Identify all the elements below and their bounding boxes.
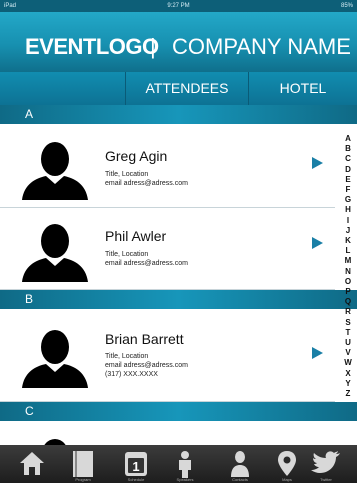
- tab-program[interactable]: Program: [61, 445, 105, 483]
- disclosure-arrow-icon[interactable]: [312, 347, 323, 359]
- tab-speakers[interactable]: Speakers: [163, 445, 207, 483]
- tab-program-label: Program: [75, 477, 91, 482]
- tab-attendees[interactable]: ATTENDEES: [125, 72, 248, 105]
- alpha-index-letter[interactable]: P: [345, 287, 350, 297]
- event-logo: EVENTLOGO: [25, 34, 159, 59]
- tab-schedule-label: Schedule: [127, 477, 145, 482]
- attendee-name: Brian Barrett: [105, 331, 184, 347]
- list-item[interactable]: Brian Barrett Title, Location email adre…: [0, 309, 335, 402]
- battery-level: 85%: [340, 3, 353, 9]
- attendee-title: Title, Location: [105, 171, 149, 178]
- person-silhouette-icon: [22, 142, 88, 200]
- alpha-index-letter[interactable]: X: [345, 369, 350, 379]
- attendee-name: Greg Agin: [105, 148, 168, 164]
- tab-maps-label: Maps: [282, 477, 292, 482]
- disclosure-arrow-icon[interactable]: [312, 237, 323, 249]
- alpha-index-letter[interactable]: H: [345, 205, 351, 215]
- alpha-index-letter[interactable]: B: [345, 144, 351, 154]
- speaker-icon: [179, 451, 191, 478]
- tab-twitter[interactable]: Twitter: [304, 445, 348, 483]
- book-icon: [73, 451, 93, 477]
- section-header-c: C: [0, 402, 357, 421]
- status-time: 9:27 PM: [167, 3, 190, 9]
- person-silhouette-icon: [22, 224, 88, 282]
- tab-home[interactable]: [10, 445, 54, 483]
- alpha-index-letter[interactable]: O: [345, 277, 351, 287]
- alpha-index-letter[interactable]: D: [345, 165, 351, 175]
- alpha-index-letter[interactable]: W: [344, 358, 352, 368]
- company-name: COMPANY NAME: [172, 34, 351, 59]
- tab-hotel[interactable]: HOTEL: [248, 72, 357, 105]
- alpha-index-letter[interactable]: Q: [345, 297, 351, 307]
- attendee-email: email adress@adress.com: [105, 260, 188, 267]
- attendee-name: Phil Awler: [105, 228, 167, 244]
- status-bar: iPad 9:27 PM 85%: [0, 0, 357, 12]
- alpha-index-letter[interactable]: A: [345, 134, 351, 144]
- section-header-a: A: [0, 105, 357, 124]
- alpha-index-letter[interactable]: I: [347, 216, 349, 226]
- person-icon: [231, 451, 249, 477]
- header-divider: |: [150, 34, 156, 59]
- alpha-index-letter[interactable]: Z: [346, 389, 351, 399]
- alpha-index-letter[interactable]: E: [345, 175, 350, 185]
- alpha-index-letter[interactable]: T: [346, 328, 351, 338]
- bottom-tab-bar: Program 1 Schedule Speakers Contacts Map…: [0, 445, 357, 483]
- home-icon: [20, 452, 44, 475]
- segment-tabs: ATTENDEES HOTEL: [0, 72, 357, 105]
- map-pin-icon: [278, 451, 296, 476]
- attendee-title: Title, Location: [105, 251, 149, 258]
- alpha-index-letter[interactable]: L: [346, 246, 351, 256]
- list-item[interactable]: [0, 421, 335, 483]
- tab-schedule[interactable]: 1 Schedule: [114, 445, 158, 483]
- list-item[interactable]: Greg Agin Title, Location email adress@a…: [0, 124, 335, 208]
- alpha-index-letter[interactable]: S: [345, 318, 350, 328]
- twitter-bird-icon: [311, 451, 340, 473]
- alphabet-index[interactable]: ABCDEFGHIJKLMNOPQRSTUVWXYZ: [342, 134, 354, 399]
- tab-twitter-label: Twitter: [320, 477, 332, 482]
- alpha-index-letter[interactable]: Y: [345, 379, 350, 389]
- alpha-index-letter[interactable]: F: [346, 185, 351, 195]
- alpha-index-letter[interactable]: K: [345, 236, 351, 246]
- section-header-b: B: [0, 290, 357, 309]
- calendar-icon: 1: [125, 452, 147, 476]
- tab-maps[interactable]: Maps: [265, 445, 309, 483]
- svg-text:1: 1: [132, 459, 139, 474]
- attendee-email: email adress@adress.com: [105, 180, 188, 187]
- list-item[interactable]: Phil Awler Title, Location email adress@…: [0, 208, 335, 290]
- attendee-phone: (317) XXX.XXXX: [105, 371, 158, 378]
- attendee-email: email adress@adress.com: [105, 362, 188, 369]
- alpha-index-letter[interactable]: M: [345, 256, 352, 266]
- alpha-index-letter[interactable]: U: [345, 338, 351, 348]
- disclosure-arrow-icon[interactable]: [312, 157, 323, 169]
- alpha-index-letter[interactable]: N: [345, 267, 351, 277]
- tab-contacts-label: Contacts: [232, 477, 248, 482]
- app-header: EVENTLOGO | COMPANY NAME: [0, 12, 357, 72]
- tab-speakers-label: Speakers: [176, 477, 194, 482]
- tab-contacts[interactable]: Contacts: [218, 445, 262, 483]
- attendee-title: Title, Location: [105, 353, 149, 360]
- alpha-index-letter[interactable]: C: [345, 154, 351, 164]
- alpha-index-letter[interactable]: R: [345, 307, 351, 317]
- person-silhouette-icon: [22, 330, 88, 388]
- alpha-index-letter[interactable]: J: [346, 226, 350, 236]
- alpha-index-letter[interactable]: V: [345, 348, 350, 358]
- alpha-index-letter[interactable]: G: [345, 195, 351, 205]
